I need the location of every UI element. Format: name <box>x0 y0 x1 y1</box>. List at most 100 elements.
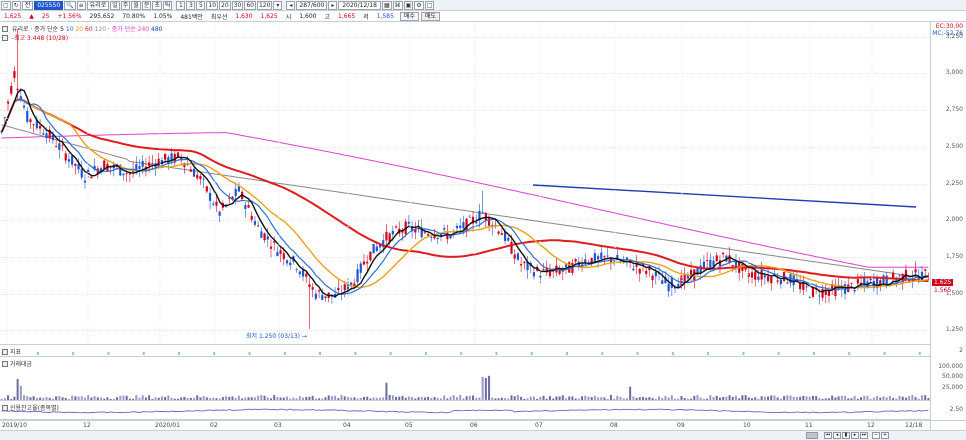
num-20[interactable]: 20 <box>219 0 231 10</box>
volume-bar <box>892 397 895 400</box>
candle-body <box>850 283 853 284</box>
last-icon[interactable]: ⏭ <box>860 432 868 439</box>
chevron-down-icon[interactable]: ▾ <box>273 0 283 10</box>
next-icon[interactable]: ▸ <box>851 432 859 439</box>
volume-bar <box>834 397 837 400</box>
sell-button[interactable]: 매도 <box>420 11 440 21</box>
candle-body <box>709 259 712 269</box>
legend-icon <box>2 26 8 32</box>
volume-bar <box>7 395 10 400</box>
num-10[interactable]: 10 <box>206 0 219 10</box>
volume-bar <box>112 398 115 400</box>
symbol-name[interactable]: 유리로 <box>86 0 110 10</box>
candle-body <box>13 71 16 78</box>
indicator-mark <box>460 352 463 355</box>
volume-bar <box>385 382 388 400</box>
volume-bar <box>510 395 513 400</box>
volume-bar <box>212 397 215 400</box>
scrollbar[interactable]: ⏮ ◂ ▮ ▸ ⏭ − + <box>0 430 966 440</box>
candle-body <box>462 222 465 229</box>
volume-bar <box>160 396 163 400</box>
volume-bar <box>353 397 356 400</box>
menu-icon[interactable]: ≡ <box>76 0 86 10</box>
volume-bar <box>144 397 147 400</box>
volume-bar <box>16 379 19 400</box>
num-120[interactable]: 120 <box>256 0 273 10</box>
candle-body <box>706 260 709 262</box>
legend-ma120: 120 <box>94 26 107 33</box>
candle-body <box>898 275 901 277</box>
link-icon[interactable]: ⌘ <box>392 0 403 10</box>
candle-body <box>289 262 292 266</box>
volume-bar <box>452 395 455 400</box>
layout-icon[interactable]: ▢ <box>1 0 11 10</box>
volume-panel[interactable]: 거래대금 <box>0 357 930 401</box>
price-panel[interactable]: 유리로 · 종가 단순 5 10 20 60 120 · 종가 단순 240 4… <box>0 22 930 345</box>
volume-bar <box>379 397 382 400</box>
buy-button[interactable]: 매수 <box>399 11 419 21</box>
candle-body <box>317 290 321 292</box>
volume-bar <box>885 397 888 400</box>
num-3[interactable]: 3 <box>186 0 196 10</box>
volume-bar <box>606 398 609 400</box>
volume-bar <box>186 397 189 400</box>
tf-week[interactable]: 주 <box>120 0 131 10</box>
num-30[interactable]: 30 <box>231 0 244 10</box>
volume-bar <box>593 395 596 400</box>
tf-second[interactable]: 초 <box>152 0 162 10</box>
tf-day[interactable]: 일 <box>110 0 120 10</box>
volume-bar <box>500 397 503 400</box>
candle-body <box>770 276 773 284</box>
symbol-input[interactable]: 025550 <box>34 0 64 10</box>
count-display[interactable]: 287/600 <box>296 0 328 10</box>
tf-month[interactable]: 월 <box>131 0 141 10</box>
num-60[interactable]: 60 <box>244 0 256 10</box>
refresh-icon[interactable]: ↻ <box>11 0 21 10</box>
zoom-in-icon[interactable]: + <box>881 432 889 439</box>
volume-label: 거래대금 <box>2 359 32 368</box>
volume-bar <box>561 395 564 400</box>
volume-bar <box>19 385 22 400</box>
volume-bar <box>35 397 38 400</box>
scroll-thumb[interactable] <box>806 432 818 439</box>
tf-tick[interactable]: 틱 <box>162 0 173 10</box>
credit-panel[interactable]: 신용잔고율(종목별) <box>0 401 930 420</box>
date-input[interactable]: 2020/12/18 <box>338 0 381 10</box>
scroll-left-icon[interactable]: ◂ <box>286 0 296 10</box>
legend-icon <box>2 35 8 41</box>
tf-minute[interactable]: 분 <box>141 0 152 10</box>
first-icon[interactable]: ⏮ <box>824 432 832 439</box>
volume-bar <box>513 396 516 400</box>
price-chart[interactable] <box>0 22 930 345</box>
volume-bar <box>401 395 404 400</box>
indicator-panel[interactable]: 지표 <box>0 345 930 357</box>
pause-icon[interactable]: ▮ <box>842 432 850 439</box>
legend-ma10: 10 <box>65 26 74 33</box>
window-icon[interactable]: □ <box>424 0 435 10</box>
prev-icon[interactable]: ◂ <box>833 432 841 439</box>
volume-bar <box>42 397 45 400</box>
volume-bar <box>770 395 773 400</box>
gear-icon[interactable]: ⚙ <box>414 0 424 10</box>
zoom-out-icon[interactable]: − <box>872 432 880 439</box>
x-tick-label: 05 <box>405 422 413 429</box>
scroll-right-icon[interactable]: ▸ <box>328 0 338 10</box>
volume-bar <box>372 397 375 400</box>
volume-bar <box>767 396 770 400</box>
indicator-mark <box>812 352 815 355</box>
volume-bar <box>74 396 77 400</box>
calendar-icon[interactable]: ▦ <box>381 0 392 10</box>
num-1[interactable]: 1 <box>176 0 186 10</box>
candle-body <box>369 251 372 261</box>
volume-bar <box>507 398 510 400</box>
candle-body <box>321 295 324 300</box>
ma-legend: 유리로 · 종가 단순 5 10 20 60 120 · 종가 단순 240 4… <box>2 24 163 33</box>
candle-body <box>305 273 308 277</box>
search-icon[interactable]: 🔍 <box>64 0 76 10</box>
volume-bar <box>584 395 587 400</box>
save-icon[interactable]: ▣ <box>403 0 414 10</box>
volume-bar <box>157 397 160 400</box>
high-label: 고 <box>324 13 330 21</box>
period-select[interactable]: 전 <box>21 0 34 10</box>
num-5[interactable]: 5 <box>196 0 206 10</box>
